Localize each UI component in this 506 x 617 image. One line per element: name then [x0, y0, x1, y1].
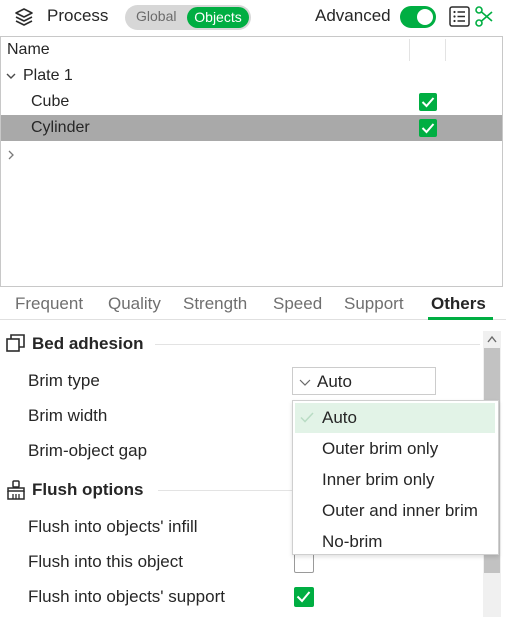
object-label-cube: Cube — [31, 93, 70, 110]
section-divider — [155, 344, 480, 345]
flush-this-object-label: Flush into this object — [28, 552, 183, 571]
cylinder-visibility-checkbox[interactable] — [419, 119, 437, 137]
column-divider — [409, 39, 410, 61]
process-stack-icon — [15, 8, 33, 26]
brim-option-label: Inner brim only — [322, 470, 435, 489]
tab-frequent[interactable]: Frequent — [15, 294, 83, 314]
toggle-knob — [417, 9, 433, 25]
column-divider — [445, 39, 446, 61]
bed-adhesion-title: Bed adhesion — [32, 334, 144, 353]
active-tab-indicator — [428, 317, 493, 320]
object-row-cube[interactable]: Cube — [1, 89, 502, 115]
checkmark-icon — [421, 123, 435, 134]
advanced-toggle[interactable] — [400, 6, 436, 28]
tab-others[interactable]: Others — [431, 294, 486, 314]
brim-option-label: No-brim — [322, 532, 383, 551]
cube-visibility-checkbox[interactable] — [419, 93, 437, 111]
object-list[interactable]: Name Plate 1 Cube Cylinder — [0, 36, 503, 287]
column-name-header[interactable]: Name — [7, 41, 50, 59]
chevron-right-icon[interactable] — [7, 149, 15, 161]
object-row-cylinder[interactable]: Cylinder — [1, 115, 502, 141]
process-header: Process Global Objects Advanced — [0, 0, 506, 36]
advanced-label: Advanced — [315, 6, 391, 25]
brim-width-label: Brim width — [28, 406, 108, 425]
brim-option-outer[interactable]: Outer brim only — [293, 434, 498, 464]
chevron-down-icon[interactable] — [299, 379, 311, 386]
brim-option-outer-inner[interactable]: Outer and inner brim — [293, 496, 498, 526]
brim-object-gap-label: Brim-object gap — [28, 441, 148, 460]
tab-quality[interactable]: Quality — [108, 294, 161, 314]
flush-support-checkbox[interactable] — [294, 587, 314, 607]
brim-option-auto[interactable]: Auto — [295, 403, 495, 433]
brim-type-label: Brim type — [28, 371, 100, 390]
checkmark-icon — [296, 591, 311, 603]
check-icon — [300, 412, 314, 423]
plate-label: Plate 1 — [23, 67, 73, 84]
flush-brush-icon — [7, 480, 25, 500]
section-divider — [158, 490, 292, 491]
settings-tabs: Frequent Quality Strength Speed Support … — [0, 288, 506, 320]
brim-option-label: Outer and inner brim — [322, 501, 478, 520]
global-objects-switch[interactable]: Global Objects — [125, 5, 251, 30]
tab-speed[interactable]: Speed — [273, 294, 322, 314]
object-list-header: Name — [1, 37, 502, 63]
flush-infill-label: Flush into objects' infill — [28, 517, 198, 536]
mode-global-option[interactable]: Global — [136, 8, 176, 24]
flush-support-label: Flush into objects' support — [28, 587, 225, 606]
brim-type-combobox[interactable]: Auto — [292, 367, 436, 395]
brim-option-no-brim[interactable]: No-brim — [293, 527, 498, 557]
flush-options-title: Flush options — [32, 480, 144, 499]
bed-adhesion-icon — [6, 334, 25, 352]
process-title: Process — [47, 6, 109, 25]
list-icon[interactable] — [449, 6, 470, 27]
tab-strength[interactable]: Strength — [183, 294, 247, 314]
brim-type-dropdown: Auto Outer brim only Inner brim only Out… — [292, 400, 499, 555]
plate-row[interactable]: Plate 1 — [1, 63, 502, 89]
brim-option-label: Outer brim only — [322, 439, 439, 458]
brim-option-label: Auto — [322, 408, 357, 427]
scroll-up-arrow-icon[interactable] — [487, 335, 497, 343]
brim-type-value: Auto — [317, 372, 352, 391]
brim-option-inner[interactable]: Inner brim only — [293, 465, 498, 495]
chevron-down-icon[interactable] — [6, 71, 16, 81]
object-label-cylinder: Cylinder — [31, 119, 90, 136]
scissors-icon[interactable] — [475, 6, 494, 27]
mode-objects-option[interactable]: Objects — [187, 7, 249, 28]
tab-support[interactable]: Support — [344, 294, 404, 314]
checkmark-icon — [421, 97, 435, 108]
